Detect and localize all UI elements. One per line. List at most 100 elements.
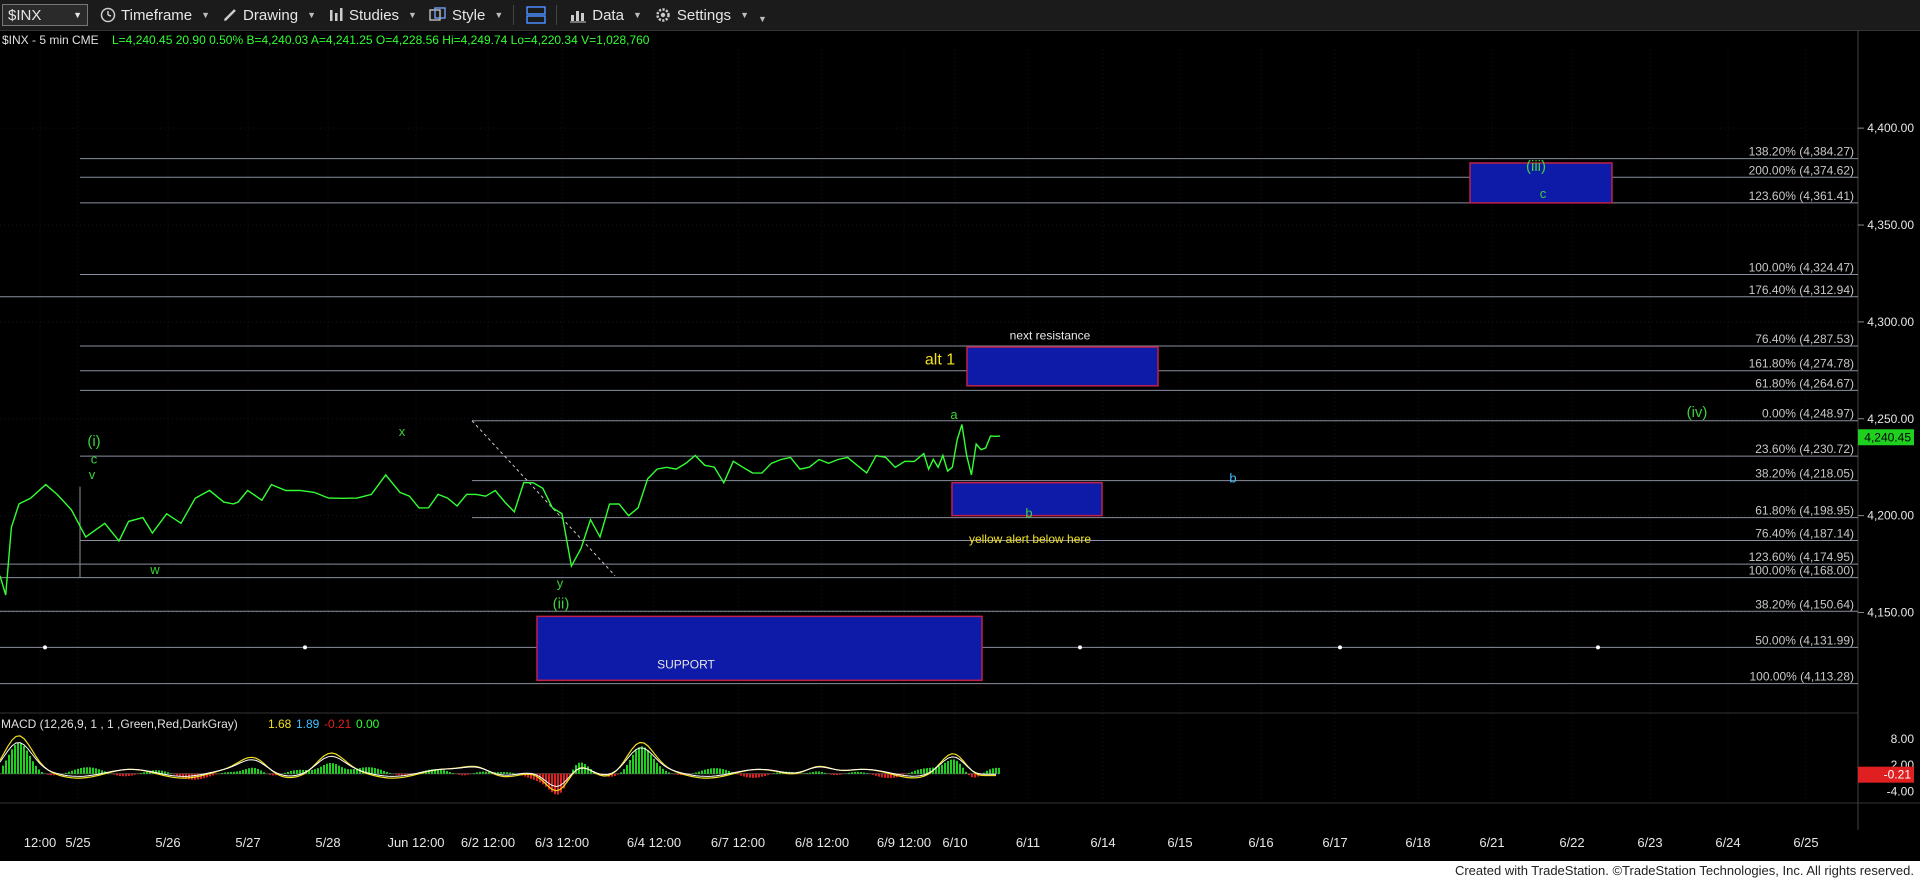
macd-bar: [716, 768, 718, 774]
macd-bar: [482, 771, 484, 774]
macd-bar: [380, 769, 382, 774]
chevron-down-icon: ▼: [408, 10, 417, 20]
fib-label: 176.40% (4,312.94): [1749, 283, 1854, 297]
macd-bar: [473, 773, 475, 774]
macd-tick-label: 8.00: [1891, 732, 1915, 746]
macd-bar: [989, 769, 991, 774]
trend-line: [471, 420, 616, 577]
x-tick-label: 5/27: [235, 835, 260, 850]
wave-label: b: [1229, 471, 1236, 486]
studies-label: Studies: [349, 6, 400, 24]
macd-bar: [116, 773, 118, 776]
macd-bar: [386, 771, 388, 774]
macd-bar: [848, 772, 850, 774]
layout-icon: [526, 6, 546, 24]
macd-bar: [758, 773, 760, 778]
macd-bar: [881, 773, 883, 778]
macd-bar: [317, 768, 319, 774]
wave-label: a: [950, 407, 958, 422]
macd-bar: [251, 767, 253, 774]
data-menu[interactable]: Data ▼: [569, 3, 642, 27]
macd-bar: [26, 750, 28, 774]
studies-menu[interactable]: Studies ▼: [328, 3, 417, 27]
wave-label: SUPPORT: [657, 658, 715, 672]
macd-bar: [662, 768, 664, 774]
macd-bar: [224, 772, 226, 774]
macd-bar: [68, 771, 70, 774]
x-tick-label: 6/3 12:00: [535, 835, 589, 850]
macd-bar: [833, 773, 835, 776]
style-menu[interactable]: Style ▼: [429, 3, 503, 27]
macd-bar: [740, 773, 742, 776]
clock-icon: [100, 7, 116, 23]
macd-bar: [653, 758, 655, 774]
macd-bar: [98, 769, 100, 774]
layout-button[interactable]: [526, 3, 546, 27]
timeframe-menu[interactable]: Timeframe ▼: [100, 3, 210, 27]
marker-dot: [1078, 645, 1082, 650]
macd-bar: [371, 767, 373, 774]
x-tick-label: 6/17: [1322, 835, 1347, 850]
fib-label: 100.00% (4,168.00): [1749, 564, 1854, 578]
macd-signal-line: [0, 742, 997, 788]
macd-bar: [395, 773, 397, 775]
macd-bar: [938, 766, 940, 774]
macd-bar: [644, 747, 646, 774]
fib-label: 0.00% (4,248.97): [1762, 407, 1854, 421]
macd-signal: 1.89: [296, 717, 320, 731]
x-tick-label: 6/25: [1793, 835, 1818, 850]
x-tick-label: 6/4 12:00: [627, 835, 681, 850]
macd-bar: [458, 773, 460, 775]
macd-bar: [971, 773, 973, 778]
macd-bar: [704, 769, 706, 774]
chevron-down-icon: ▼: [307, 10, 316, 20]
macd-bar: [80, 768, 82, 774]
macd-bar: [620, 772, 622, 774]
macd-bar: [668, 772, 670, 774]
data-icon: [569, 7, 587, 23]
macd-bar: [350, 769, 352, 774]
price-chart[interactable]: $INX - 5 min CME L=4,240.45 20.90 0.50% …: [0, 30, 1920, 861]
macd-bar: [923, 768, 925, 774]
macd-bar: [323, 765, 325, 774]
settings-menu[interactable]: Settings ▼ ▼: [654, 3, 767, 27]
fib-label: 61.80% (4,198.95): [1755, 504, 1854, 518]
drawing-label: Drawing: [243, 6, 299, 24]
wave-label: x: [399, 424, 406, 439]
fib-label: 123.60% (4,174.95): [1749, 550, 1854, 564]
macd-last-label: -0.21: [1884, 768, 1912, 782]
drawing-menu[interactable]: Drawing ▼: [222, 3, 316, 27]
x-tick-label: 6/18: [1405, 835, 1430, 850]
macd-bar: [965, 771, 967, 774]
macd-bar: [134, 773, 136, 775]
macd-bar: [128, 773, 130, 777]
macd-bar: [953, 759, 955, 774]
macd-panel: 8.002.00-4.00-0.21: [0, 732, 1915, 798]
x-tick-label: 12:00: [24, 835, 57, 850]
macd-bar: [446, 771, 448, 774]
macd-bar: [911, 771, 913, 774]
macd-bar: [263, 772, 265, 774]
macd-bar: [332, 763, 334, 774]
macd-bar: [983, 772, 985, 774]
macd-bar: [74, 769, 76, 774]
wave-label: (ii): [553, 596, 570, 613]
macd-bar: [956, 760, 958, 774]
macd-bar: [2, 765, 4, 774]
macd-bar: [815, 771, 817, 774]
macd-bar: [830, 773, 832, 775]
macd-bar: [500, 772, 502, 774]
macd-bar: [908, 773, 910, 774]
macd-bar: [242, 770, 244, 774]
macd-bar: [614, 773, 616, 776]
y-tick-label: 4,250.00: [1867, 412, 1914, 426]
symbol-selector[interactable]: $INX ▼: [2, 4, 88, 26]
macd-bar: [755, 773, 757, 778]
macd-bar: [131, 773, 133, 776]
macd-bar: [875, 773, 877, 776]
macd-bar: [320, 766, 322, 774]
fib-label: 76.40% (4,187.14): [1755, 527, 1854, 541]
macd-bar: [341, 767, 343, 774]
chevron-down-icon: ▼: [494, 10, 504, 20]
wave-label: (iv): [1687, 404, 1708, 421]
